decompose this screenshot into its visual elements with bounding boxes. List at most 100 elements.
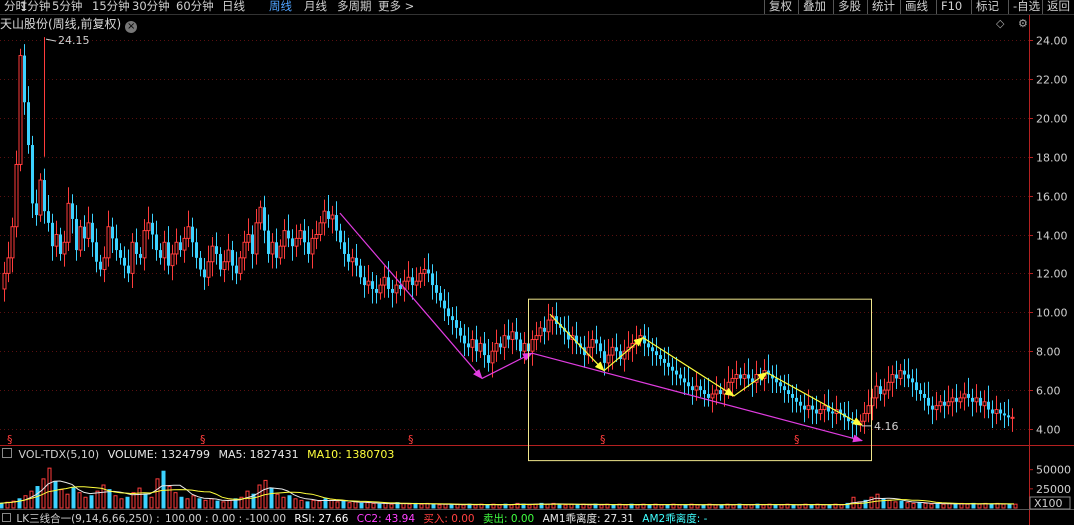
volume-bar [125,496,130,509]
candle-body-up [742,374,747,379]
period-tab-10[interactable]: 更多 > [378,0,414,14]
volume-settings-icon[interactable] [2,448,12,458]
period-tab-7[interactable]: 周线 [269,0,292,14]
toolbar-button-5[interactable]: F10 [936,0,962,14]
close-icon[interactable]: × [125,21,138,33]
candle-body-down [803,405,806,410]
candle-body-up [950,397,955,403]
candle-body-up [226,249,231,263]
period-tab-1[interactable]: 1分钟 [20,0,50,14]
volume-indicator-name[interactable]: VOL-TDX(5,10) [19,448,100,461]
candle-body-up [270,241,275,255]
toolbar-button-1[interactable]: 叠加 [798,0,826,14]
candle-body-down [359,265,362,278]
indicator-settings-icon[interactable] [2,513,11,522]
volume-bar [113,495,118,509]
volume-bar [419,503,424,509]
candle-body-up [522,342,527,352]
volume-bar [185,498,190,509]
candle-body-down [855,423,858,426]
candle-body-up [502,335,507,348]
price-tick-label: 24.00 [1036,35,1068,48]
candle-body-down [787,390,790,394]
candle-body-down [991,409,994,414]
candle-body-down [463,335,466,344]
volume-bar [509,504,514,509]
candle-body-down [955,397,958,402]
candle-body-down [155,234,158,251]
volume-bar [935,502,940,509]
candle-body-down [431,273,434,286]
volume-bar [365,502,370,509]
gear-icon[interactable]: ⚙ [1018,17,1028,30]
indicator-rsi: RSI: 27.66 [294,513,349,525]
chart-mini-controls: ◇ ⚙ [996,17,1028,30]
volume-bar [575,504,580,509]
toolbar-button-2[interactable]: 多股 [833,0,861,14]
candle-body-up [414,280,419,286]
volume-bar [911,502,916,509]
candle-body-up [102,257,107,271]
volume-bar [275,493,280,509]
candle-body-down [427,269,430,274]
toolbar-button-4[interactable]: 画线 [900,0,928,14]
candle-body-down [439,292,442,301]
candle-body-down [799,401,802,406]
volume-bar [461,504,466,509]
period-tab-2[interactable]: 5分钟 [52,0,82,14]
volume-ma10: MA10: 1380703 [307,448,395,461]
period-tab-8[interactable]: 月线 [304,0,327,14]
candle-body-up [318,222,323,236]
candle-body-up [258,206,263,224]
candle-body-down [719,390,722,394]
period-tab-9[interactable]: 多周期 [337,0,372,14]
volume-bar [677,504,682,509]
candle-body-down [903,370,906,375]
toolbar-button-7[interactable]: -自选 [1008,0,1040,14]
candle-body-down [699,386,702,391]
indicator-name[interactable]: LK三线合一(9,14,6,66,250) : [16,513,159,525]
candle-body-up [1010,416,1015,419]
price-tick-label: 10.00 [1036,307,1068,320]
volume-bar [437,504,442,509]
candle-body-down [327,211,330,219]
volume-bar [473,504,478,509]
candle-body-up [710,393,715,399]
period-tab-6[interactable]: 日线 [222,0,245,14]
candle-body-down [791,393,794,398]
candle-body-down [675,370,678,375]
diamond-icon[interactable]: ◇ [996,17,1004,30]
indicator-cc2: CC2: 43.94 [356,513,416,525]
toolbar-button-6[interactable]: 标记 [971,0,999,14]
candle-body-up [6,257,11,274]
volume-bar [107,489,112,509]
volume-bar [77,492,82,509]
toolbar-button-3[interactable]: 统计 [867,0,895,14]
period-tab-4[interactable]: 30分钟 [132,0,170,14]
volume-bar [299,499,304,509]
volume-bar [89,495,94,509]
candle-body-down [303,230,306,243]
candle-body-down [519,339,522,352]
candle-body-down [687,382,690,387]
candle-body-down [703,390,706,394]
candle-body-down [679,374,682,379]
indicator-sell: 卖出: 0.00 [482,513,535,525]
split-marker: § [200,433,206,446]
price-axis: 24.00 22.00 20.00 18.00 16.00 14.00 12.00 10.00… [1029,35,1071,510]
toolbar-button-8[interactable]: 返回 [1042,0,1070,14]
volume-bar [683,504,688,509]
candle-body-up [78,226,83,251]
candle-body-up [366,280,371,286]
period-tab-5[interactable]: 60分钟 [176,0,214,14]
candle-body-down [363,277,366,286]
chart-canvas[interactable]: 24.15 § § § § § 4.16 24.00 22.00 20.00 18.00 16.0… [0,0,1074,525]
candle-body-down [811,405,814,410]
candle-body-down [275,242,278,258]
volume-bar [209,498,214,509]
candle-body-down [139,253,142,258]
volume-bar [137,487,142,509]
toolbar-button-0[interactable]: 复权 [764,0,792,14]
candle-body-down [851,421,854,424]
period-tab-3[interactable]: 15分钟 [92,0,130,14]
